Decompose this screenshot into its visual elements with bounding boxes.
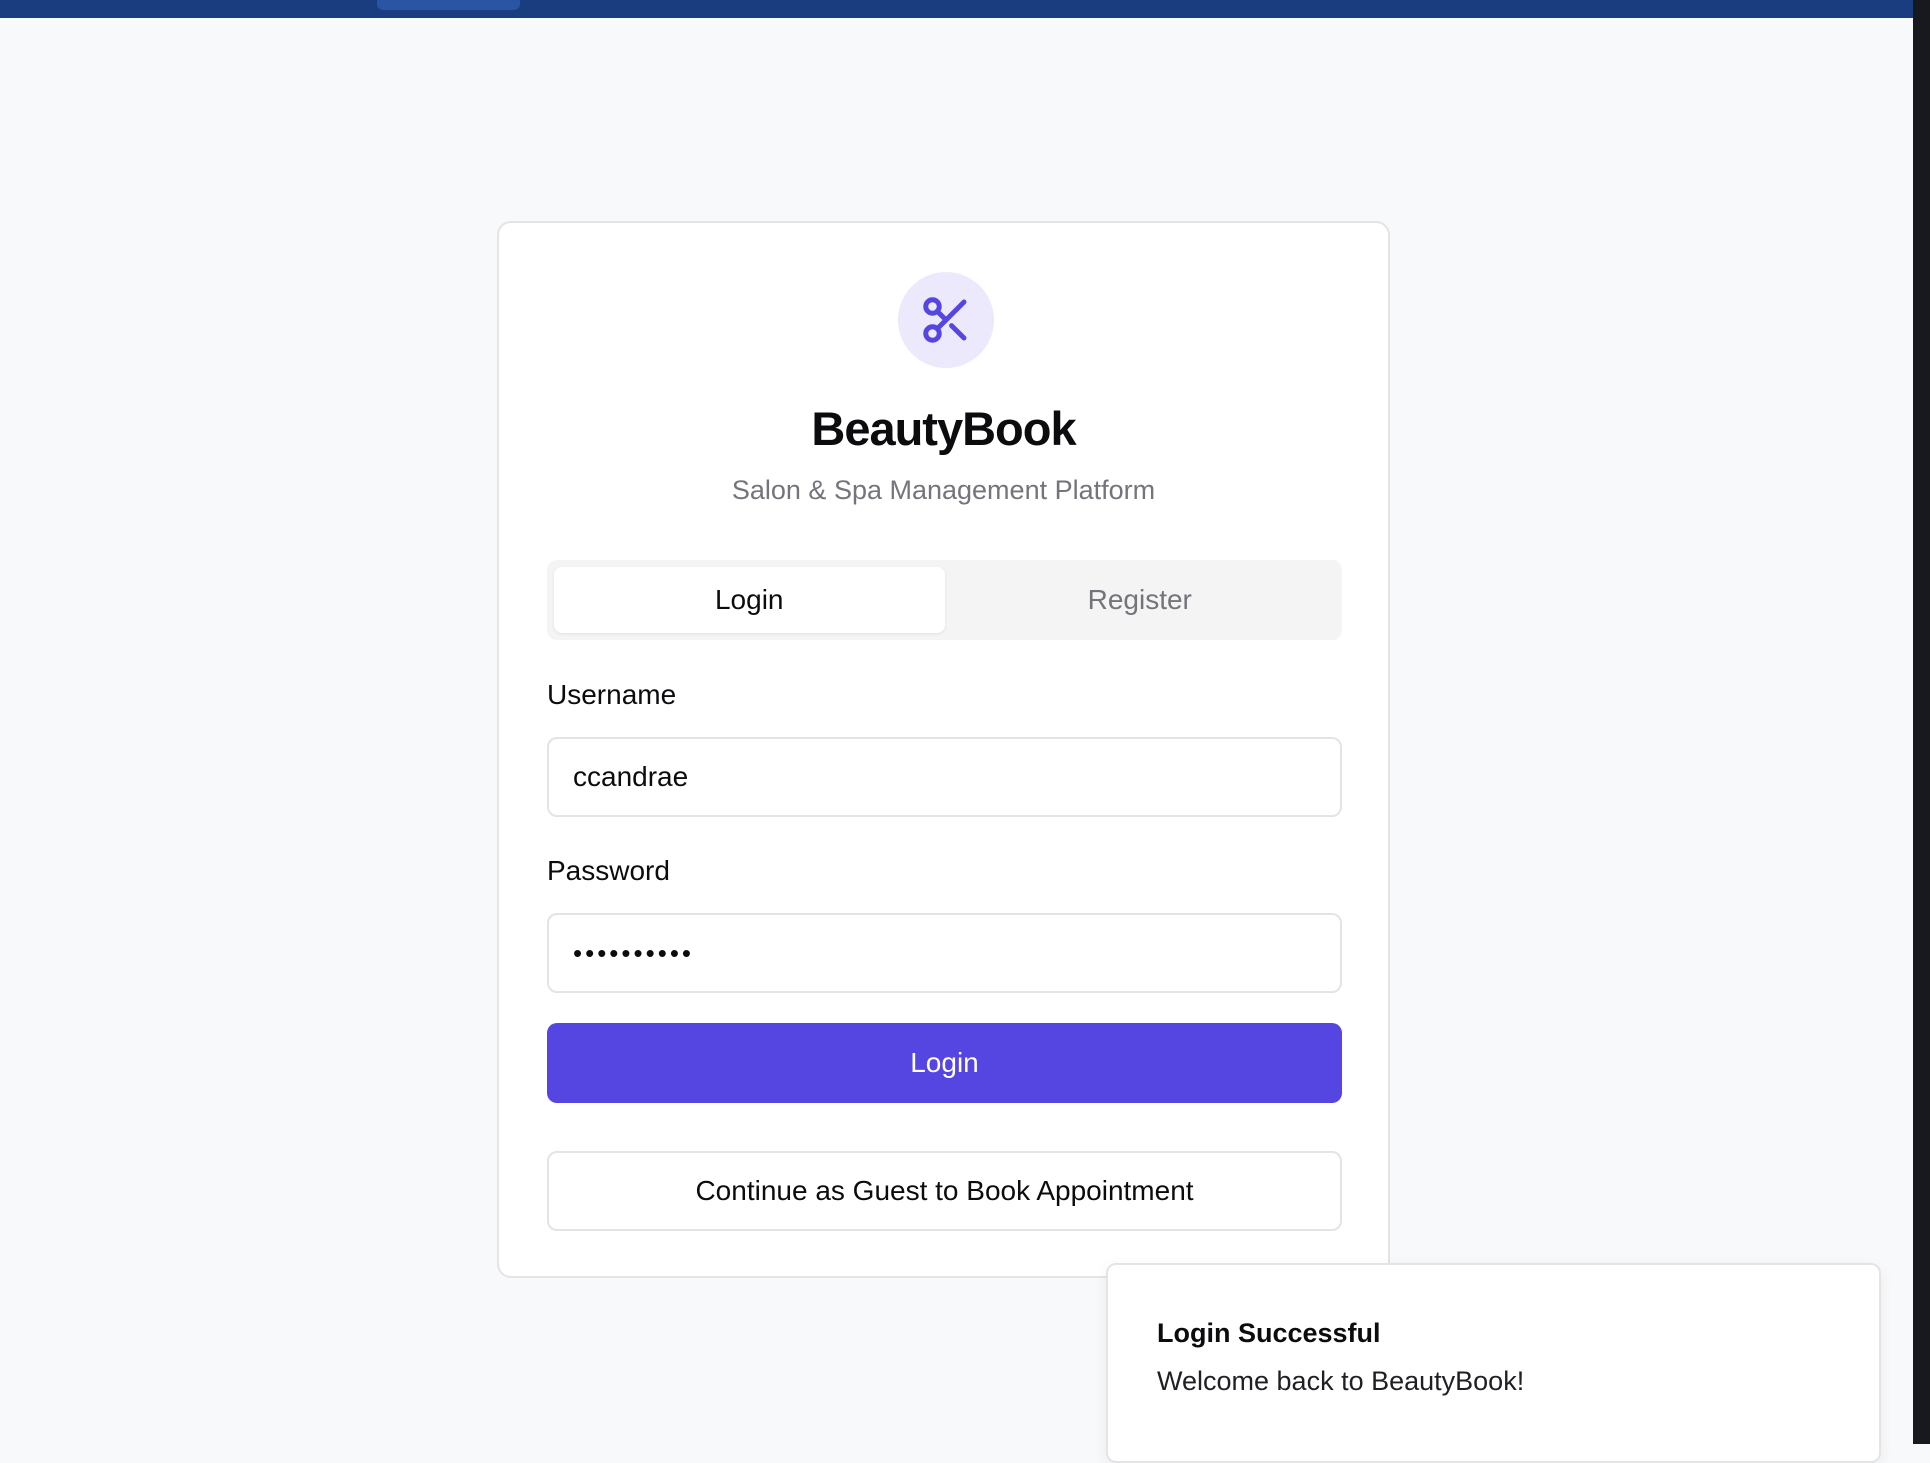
guest-booking-button[interactable]: Continue as Guest to Book Appointment (547, 1151, 1342, 1231)
toast-title: Login Successful (1157, 1318, 1381, 1348)
top-nav-active-tab[interactable] (377, 0, 520, 10)
auth-tabs: Login Register (547, 560, 1342, 640)
username-label: Username (547, 679, 677, 710)
login-card: BeautyBook Salon & Spa Management Platfo… (497, 221, 1390, 1278)
tab-login[interactable]: Login (554, 567, 945, 633)
toast-description: Welcome back to BeautyBook! (1157, 1366, 1525, 1396)
username-input[interactable] (547, 737, 1342, 817)
scissors-icon (923, 297, 967, 343)
password-label: Password (547, 855, 670, 886)
password-input[interactable]: •••••••••• (547, 913, 1342, 993)
top-nav-bar (0, 0, 1913, 18)
toast-notification: Login Successful Welcome back to BeautyB… (1106, 1263, 1881, 1463)
brand-title: BeautyBook (811, 402, 1076, 455)
tab-register[interactable]: Register (945, 567, 1336, 633)
window-edge (1913, 0, 1930, 1444)
brand-subtitle: Salon & Spa Management Platform (731, 475, 1156, 505)
login-button[interactable]: Login (547, 1023, 1342, 1103)
logo-badge (898, 272, 994, 368)
